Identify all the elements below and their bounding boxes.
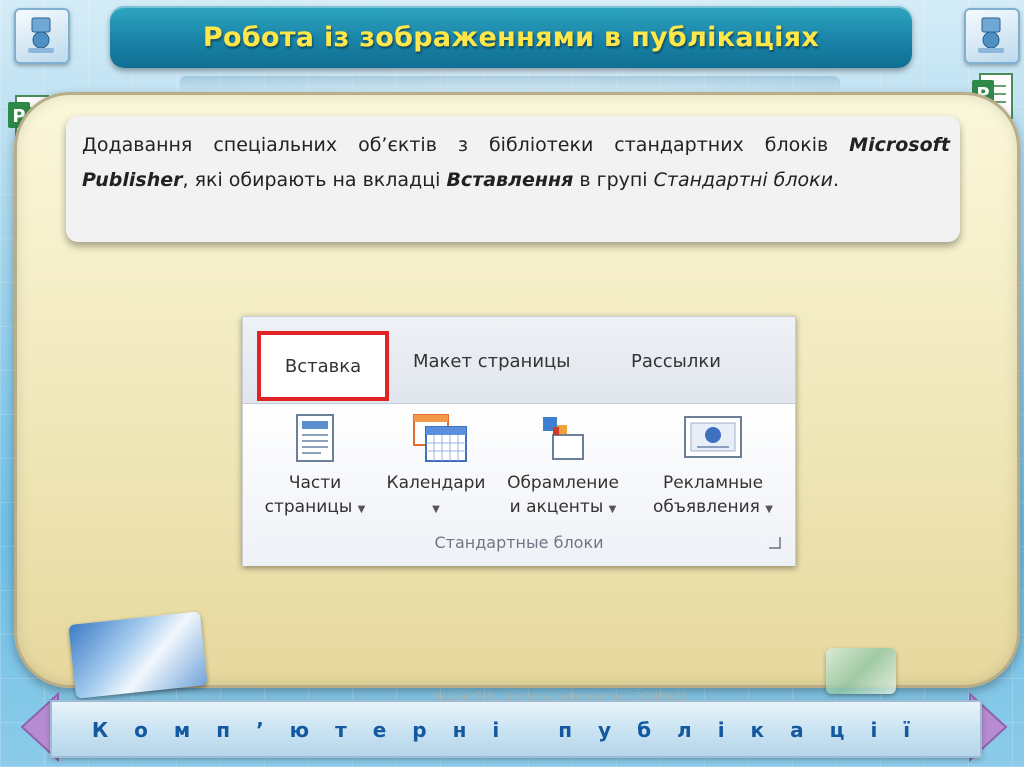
calendar-icon [412,413,467,463]
ribbon-tabs-row: Вставка Макет страницы Рассылки [243,317,795,403]
dropdown-arrow-icon: ▼ [608,504,617,515]
slide-title: Робота із зображеннями в публікаціях [202,21,820,53]
emphasis-insert-tab: Вставлення [446,169,574,191]
description-text: Додавання спеціальних об’єктів з бібліот… [82,134,950,191]
brochure-image [68,611,208,699]
advertisements-button[interactable]: Рекламные объявления ▼ [639,413,787,522]
footer-title: Комп’ютерні публікації [91,718,937,742]
dropdown-arrow-icon: ▼ [765,504,773,515]
ribbon-screenshot: Вставка Макет страницы Рассылки Части ст… [242,316,796,566]
tab-mailings[interactable]: Рассылки [631,351,721,372]
page-parts-icon [291,413,339,463]
title-reflection [180,76,840,92]
page-parts-button[interactable]: Части страницы ▼ [255,413,375,522]
title-bar: Робота із зображеннями в публікаціях [110,6,912,68]
calendars-button[interactable]: Календари ▼ [377,413,495,522]
borders-accents-icon [539,413,587,463]
tab-insert[interactable]: Вставка [257,331,389,401]
tab-page-layout[interactable]: Макет страницы [413,351,570,372]
group-label-standard-blocks: Стандартные блоки [434,533,604,552]
network-icon-left [14,8,70,64]
text-card: Додавання спеціальних об’єктів з бібліот… [66,116,960,242]
advertisements-icon [683,413,743,463]
footer-band: Комп’ютерні публікації [14,688,1014,764]
dropdown-arrow-icon: ▼ [357,504,366,515]
dropdown-arrow-icon: ▼ [432,504,440,515]
borders-accents-button[interactable]: Обрамление и акценты ▼ [497,413,629,522]
dialog-launcher-icon[interactable] [769,537,781,549]
emphasis-standard-blocks: Стандартні блоки [653,169,833,191]
network-icon-right [964,8,1020,64]
